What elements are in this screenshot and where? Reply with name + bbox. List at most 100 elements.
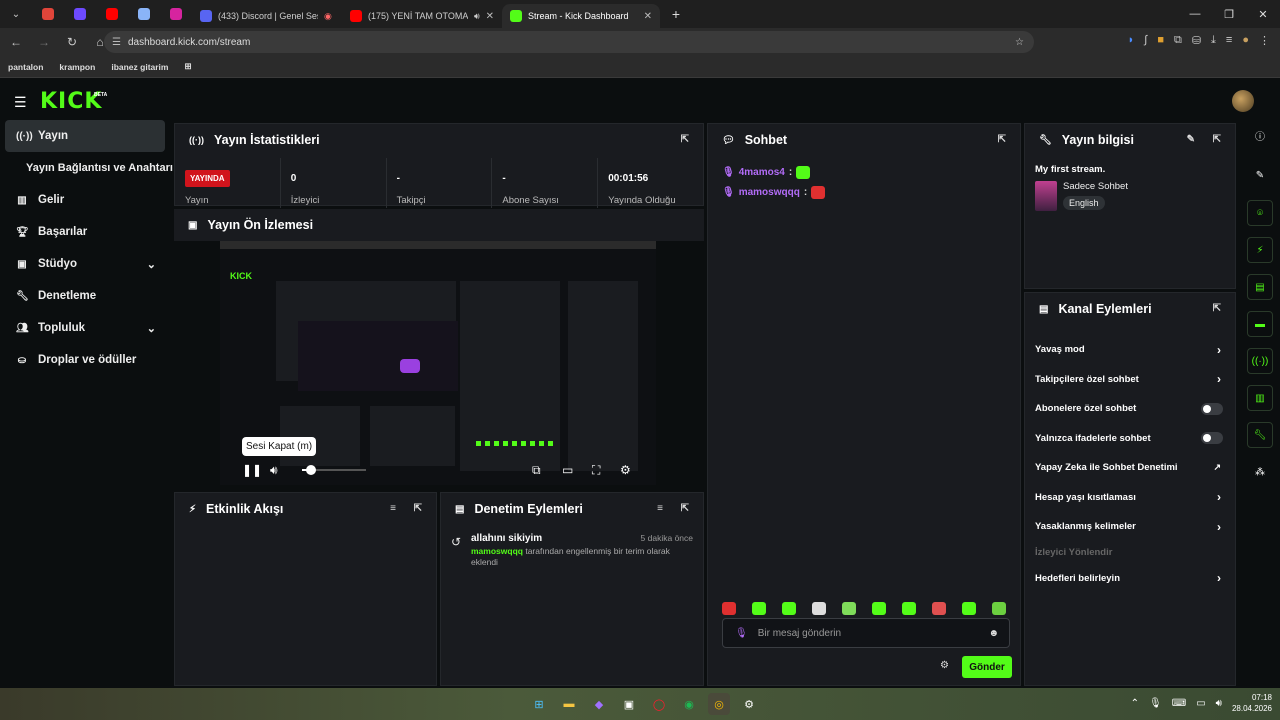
profile-icon[interactable]: ● — [1242, 34, 1249, 47]
volume-icon[interactable]: 🔊︎ — [270, 463, 278, 478]
account-age-row[interactable]: Hesap yaşı kısıtlaması › — [1025, 483, 1235, 513]
new-tab-button[interactable]: + — [660, 0, 692, 28]
send-button[interactable]: Gönder — [962, 656, 1012, 678]
bookmark-item[interactable]: ibanez gitarim — [111, 62, 168, 72]
bookmark-star-icon[interactable]: ☆ — [1015, 37, 1024, 48]
download-icon[interactable]: ⤓ — [1211, 34, 1216, 47]
emote-icon[interactable] — [932, 602, 946, 615]
emote-icon[interactable] — [902, 602, 916, 615]
clock[interactable]: 07:18 28.04.2026 — [1232, 692, 1272, 714]
keyboard-icon[interactable]: ⌨ — [1172, 698, 1186, 709]
windows-start-icon[interactable]: ⊞ — [528, 693, 550, 715]
edit-icon[interactable]: ✎ — [1187, 134, 1195, 145]
subscribers-only-toggle[interactable] — [1201, 402, 1223, 415]
puzzle-icon[interactable]: ⧉ — [1174, 34, 1182, 47]
restore-icon[interactable]: ❐ — [1212, 0, 1246, 28]
sidebar-item-droplar[interactable]: ⛀ Droplar ve ödüller — [0, 344, 170, 376]
performance-icon[interactable]: ⛁ — [1192, 34, 1201, 47]
pinned-tab-app[interactable] — [128, 0, 160, 28]
filter-icon[interactable]: ≡ — [390, 503, 396, 514]
emote-icon[interactable] — [992, 602, 1006, 615]
opera-icon[interactable]: ◯ — [648, 693, 670, 715]
bookmark-item[interactable]: pantalon — [8, 62, 43, 72]
back-icon[interactable]: ← — [4, 30, 28, 54]
emote-icon[interactable] — [722, 602, 736, 615]
popout-icon[interactable]: ⇱ — [1213, 134, 1221, 145]
sidebar-item-denetleme[interactable]: 🔧︎ Denetleme — [0, 280, 170, 312]
bookmark-item[interactable]: krampon — [59, 62, 95, 72]
apps-grid-icon[interactable]: ⊞ — [184, 61, 191, 72]
ai-moderation-row[interactable]: Yapay Zeka ile Sohbet Denetimi ↗ — [1025, 453, 1235, 483]
sidebar-item-topluluk[interactable]: 👥︎ Topluluk ⌄ — [0, 312, 170, 344]
theater-icon[interactable]: ▭ — [562, 463, 573, 477]
rail-broadcast-icon[interactable]: ((·)) — [1247, 348, 1273, 374]
emotes-only-toggle[interactable] — [1201, 432, 1223, 445]
emote-icon[interactable] — [782, 602, 796, 615]
emoji-icon[interactable]: ☻ — [988, 628, 999, 639]
emote-icon[interactable] — [752, 602, 766, 615]
file-explorer-icon[interactable]: ▬ — [558, 693, 580, 715]
address-bar[interactable]: ☰ dashboard.kick.com/stream ☆ — [104, 31, 1034, 53]
edit-layout-icon[interactable]: ✎ — [1247, 162, 1273, 188]
reload-icon[interactable]: ↻ — [60, 30, 84, 54]
filter-icon[interactable]: ≡ — [657, 503, 663, 514]
slow-mode-row[interactable]: Yavaş mod › — [1025, 335, 1235, 365]
chrome-icon[interactable]: ◎ — [708, 693, 730, 715]
chat-settings-icon[interactable]: ⚙ — [940, 660, 949, 671]
menu-icon[interactable]: ⋮ — [1259, 34, 1270, 47]
copilot-icon[interactable]: ◆ — [588, 693, 610, 715]
rail-activity-icon[interactable]: ⚡︎ — [1247, 237, 1273, 263]
extension-icon[interactable]: ◗ — [1128, 34, 1135, 47]
rail-preview-icon[interactable]: ⌾ — [1247, 200, 1273, 226]
rail-wrench-icon[interactable]: 🔧︎ — [1247, 422, 1273, 448]
pinned-tab-instagram[interactable] — [160, 0, 192, 28]
forward-icon[interactable]: → — [32, 30, 56, 54]
mic-icon[interactable]: 🎙︎ — [1149, 698, 1162, 709]
pip-icon[interactable]: ⧉ — [532, 463, 541, 478]
sidebar-item-yayin[interactable]: ((·)) Yayın — [5, 120, 165, 152]
rail-more-icon[interactable]: ⁂ — [1247, 459, 1273, 485]
rail-moderation-icon[interactable]: ▤ — [1247, 274, 1273, 300]
chat-username[interactable]: mamoswqqq — [739, 187, 800, 198]
tab-discord[interactable]: (433) Discord | Genel Ses | ◉ — [192, 4, 342, 28]
banned-words-row[interactable]: Yasaklanmış kelimeler › — [1025, 512, 1235, 542]
tab-youtube[interactable]: (175) YENİ TAM OTOMATİK 🔊︎ ✕ — [342, 4, 502, 28]
hamburger-menu-icon[interactable]: ☰ — [14, 94, 27, 111]
chat-username[interactable]: 4mamos4 — [739, 167, 785, 178]
spotify-icon[interactable]: ◉ — [678, 693, 700, 715]
tab-kick-dashboard[interactable]: Stream - Kick Dashboard ✕ — [502, 4, 660, 28]
undo-icon[interactable]: ↺ — [451, 535, 461, 549]
media-icon[interactable]: ≡ — [1226, 34, 1232, 47]
popout-icon[interactable]: ⇱ — [414, 503, 422, 514]
sidebar-item-gelir[interactable]: ▥ Gelir — [0, 184, 170, 216]
chevron-up-icon[interactable]: ⌃ — [1131, 698, 1139, 709]
goals-row[interactable]: Hedefleri belirleyin › — [1025, 564, 1235, 594]
sidebar-item-basarilar[interactable]: 🏆︎ Başarılar — [0, 216, 170, 248]
pause-icon[interactable]: ❚❚ — [242, 463, 262, 477]
network-icon[interactable]: ▭ — [1196, 698, 1205, 709]
avatar[interactable] — [1232, 90, 1254, 112]
volume-slider[interactable] — [302, 465, 366, 475]
popout-icon[interactable]: ⇱ — [681, 134, 689, 145]
store-icon[interactable]: ▣ — [618, 693, 640, 715]
volume-icon[interactable]: 🔊︎ — [1216, 698, 1222, 709]
extension-icon[interactable]: ■ — [1157, 34, 1164, 47]
rail-chat-icon[interactable]: ▬ — [1247, 311, 1273, 337]
popout-icon[interactable]: ⇱ — [1213, 303, 1221, 314]
popout-icon[interactable]: ⇱ — [681, 503, 689, 514]
pinned-tab-youtube[interactable] — [96, 0, 128, 28]
close-window-icon[interactable]: ✕ — [1246, 0, 1280, 28]
rail-actions-icon[interactable]: ▥ — [1247, 385, 1273, 411]
sidebar-item-stream-key[interactable]: Yayın Bağlantısı ve Anahtarı — [0, 152, 173, 184]
video-player[interactable]: KICK Sesi Kapat (m) ❚❚ 🔊︎ ⧉ ▭ ⛶ ⚙ — [220, 241, 656, 485]
sidebar-item-studyo[interactable]: ▣ Stüdyo ⌄ — [0, 248, 170, 280]
pinned-tab-proton[interactable] — [64, 0, 96, 28]
steam-icon[interactable]: ⚙ — [738, 693, 760, 715]
chat-input[interactable]: 🎙︎ Bir mesaj gönderin ☻ — [722, 618, 1010, 648]
settings-icon[interactable]: ⚙ — [620, 463, 631, 477]
close-icon[interactable]: ✕ — [644, 11, 652, 22]
popout-icon[interactable]: ⇱ — [998, 134, 1006, 145]
emote-icon[interactable] — [812, 602, 826, 615]
pinned-tab-gmail[interactable] — [32, 0, 64, 28]
info-icon[interactable]: ⓘ — [1247, 122, 1273, 148]
